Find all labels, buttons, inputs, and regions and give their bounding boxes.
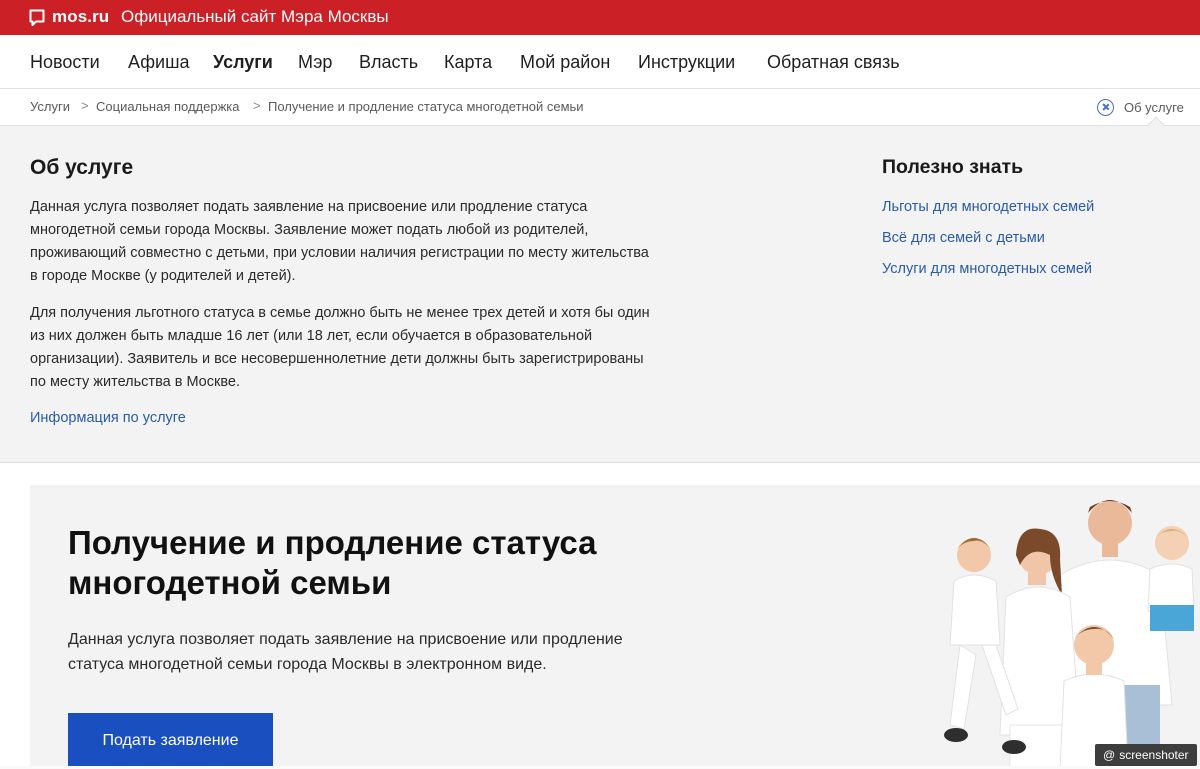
breadcrumb: Услуги > Социальная поддержка > Получени… [0, 89, 1200, 134]
close-icon[interactable] [1097, 98, 1114, 116]
breadcrumb-separator: > [253, 98, 261, 113]
nav-item-afisha[interactable]: Афиша [128, 52, 190, 73]
nav-item-my-district[interactable]: Мой район [520, 52, 610, 73]
about-service-toggle[interactable]: Об услуге [1097, 96, 1184, 118]
top-bar: mos.ru Официальный сайт Мэра Москвы [0, 0, 1200, 35]
site-title[interactable]: Официальный сайт Мэра Москвы [121, 7, 389, 27]
nav-item-feedback[interactable]: Обратная связь [767, 52, 900, 73]
useful-link-benefits[interactable]: Льготы для многодетных семей [882, 199, 1094, 215]
breadcrumb-social-support[interactable]: Социальная поддержка [96, 99, 240, 114]
family-photo [944, 500, 1195, 769]
apply-button[interactable]: Подать заявление [68, 713, 273, 769]
service-title: Получение и продление статуса многодетно… [68, 524, 597, 601]
about-paragraph-2: Для получения льготного статуса в семье … [30, 305, 650, 390]
breadcrumb-separator: > [81, 98, 89, 113]
about-paragraph-1: Данная услуга позволяет подать заявление… [30, 199, 649, 284]
watermark-text: screenshoter [1119, 748, 1189, 762]
about-service-label[interactable]: Об услуге [1124, 100, 1184, 115]
main-nav: Новости Афиша Услуги Мэр Власть Карта Мо… [0, 35, 1200, 89]
nav-item-government[interactable]: Власть [359, 52, 418, 73]
screenshot-watermark: @ screenshoter [1095, 744, 1197, 766]
nav-item-services[interactable]: Услуги [213, 52, 273, 73]
breadcrumb-current: Получение и продление статуса многодетно… [268, 99, 584, 114]
about-title: Об услуге [30, 156, 134, 179]
nav-item-mayor[interactable]: Мэр [298, 52, 332, 73]
nav-item-map[interactable]: Карта [444, 52, 492, 73]
watermark-at: @ [1103, 748, 1116, 762]
service-description: Данная услуга позволяет подать заявление… [68, 631, 623, 673]
breadcrumb-services[interactable]: Услуги [30, 99, 70, 114]
useful-link-families[interactable]: Всё для семей с детьми [882, 230, 1045, 246]
mos-logo-icon[interactable] [29, 9, 45, 27]
service-hero: Получение и продление статуса многодетно… [30, 485, 1200, 769]
site-logo[interactable]: mos.ru [52, 7, 109, 27]
useful-link-services[interactable]: Услуги для многодетных семей [882, 261, 1092, 277]
service-info-link[interactable]: Информация по услуге [30, 410, 186, 426]
useful-title: Полезно знать [882, 156, 1024, 178]
nav-item-instructions[interactable]: Инструкции [638, 52, 735, 73]
about-service-panel: Об услуге Данная услуга позволяет подать… [0, 126, 1200, 463]
nav-item-news[interactable]: Новости [30, 52, 100, 73]
